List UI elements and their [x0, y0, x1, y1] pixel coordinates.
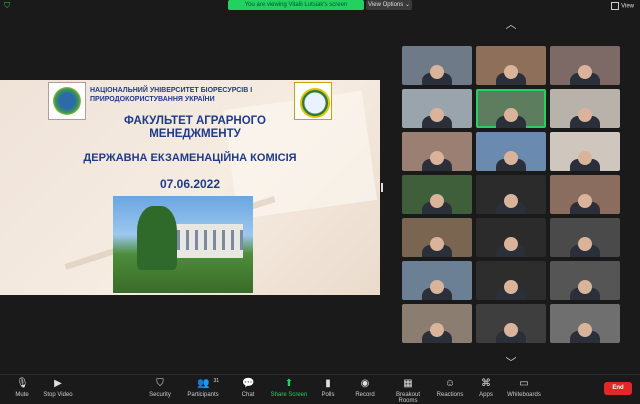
spiral-decoration [250, 220, 313, 290]
participant-tile[interactable] [476, 261, 546, 300]
video-camera-icon: ▶ [54, 378, 62, 389]
record-icon: ◉ [360, 378, 370, 389]
gallery-down-chevron-icon[interactable]: ﹀ [504, 358, 518, 369]
participant-face [504, 322, 518, 337]
reactions-icon: ☺ [444, 378, 456, 389]
participant-face [430, 193, 444, 208]
participant-tile[interactable] [550, 261, 620, 300]
stop-video-button[interactable]: ▶ Stop Video [36, 378, 80, 398]
participant-face [504, 236, 518, 251]
polls-icon: ▮ [325, 378, 331, 389]
apps-icon: ⌘ [481, 378, 491, 389]
exam-date: 07.06.2022 [159, 177, 221, 191]
participant-tile[interactable] [550, 175, 620, 214]
participant-face [578, 193, 592, 208]
participant-tile[interactable] [402, 46, 472, 85]
chat-label: Chat [241, 392, 255, 398]
share-screen-icon: ⬆ [284, 378, 294, 389]
participant-face [504, 279, 518, 294]
participants-icon: 👥 [197, 378, 210, 389]
apps-label: Apps [479, 392, 493, 398]
participant-tile[interactable] [550, 304, 620, 343]
faculty-logo [294, 82, 332, 120]
participant-face [430, 279, 444, 294]
end-meeting-button[interactable]: End [604, 382, 632, 395]
whiteboards-label: Whiteboards [507, 392, 541, 398]
campus-photo [113, 196, 253, 293]
chat-button[interactable]: 💬 Chat [226, 378, 270, 398]
participant-face [504, 193, 518, 208]
gallery-up-chevron-icon[interactable]: ︿ [504, 20, 518, 31]
globe-emblem-icon [300, 88, 330, 118]
participant-gallery [402, 46, 622, 343]
record-label: Record [355, 392, 375, 398]
participant-face [578, 279, 592, 294]
participant-face [430, 236, 444, 251]
encryption-shield-icon[interactable]: ⛉ [4, 2, 12, 10]
participant-tile[interactable] [402, 218, 472, 257]
faculty-name: ФАКУЛЬТЕТ АГРАРНОГО МЕНЕДЖМЕНТУ [124, 115, 266, 140]
participants-count: 31 [213, 378, 219, 384]
view-button[interactable]: View [611, 2, 634, 10]
participant-face [504, 107, 518, 122]
participant-tile[interactable] [402, 261, 472, 300]
participant-face [578, 236, 592, 251]
participant-tile[interactable] [402, 304, 472, 343]
breakout-rooms-icon: ▦ [403, 378, 413, 389]
participant-tile[interactable] [550, 46, 620, 85]
participants-label: Participants [187, 392, 219, 398]
share-screen-button[interactable]: ⬆ Share Screen [267, 378, 311, 398]
participant-tile[interactable] [402, 175, 472, 214]
meeting-toolbar: 🎙 Mute ▶ Stop Video ⛉ Security 👥 31 Participa… [0, 374, 640, 404]
stop-video-label: Stop Video [43, 392, 73, 398]
chat-icon: 💬 [242, 378, 255, 389]
university-name: НАЦІОНАЛЬНИЙ УНІВЕРСИТЕТ БІОРЕСУРСІВ І П… [90, 87, 253, 103]
top-bar: ⛉ You are viewing Vitalii Lutsiak's scre… [0, 0, 640, 12]
participant-tile[interactable] [476, 304, 546, 343]
view-options-button[interactable]: View Options ⌄ [366, 0, 412, 10]
whiteboard-icon: ▭ [519, 378, 529, 389]
participant-tile[interactable] [476, 132, 546, 171]
participant-face [430, 107, 444, 122]
participant-tile[interactable] [550, 218, 620, 257]
breakout-rooms-label: Breakout Rooms [395, 392, 420, 404]
participants-button[interactable]: 👥 31 Participants [181, 378, 225, 398]
mute-label: Mute [15, 392, 29, 398]
participant-face [578, 150, 592, 165]
university-logo [48, 82, 86, 120]
participant-face [430, 64, 444, 79]
participant-face [504, 64, 518, 79]
participant-face [578, 322, 592, 337]
security-button[interactable]: ⛉ Security [138, 378, 182, 398]
security-label: Security [149, 392, 171, 398]
participant-face [578, 107, 592, 122]
participant-tile[interactable] [550, 89, 620, 128]
grid-view-icon [611, 2, 620, 10]
breakout-rooms-button[interactable]: ▦ Breakout Rooms [386, 378, 430, 404]
university-emblem-icon [53, 87, 81, 115]
participant-face [578, 64, 592, 79]
participant-tile[interactable] [550, 132, 620, 171]
polls-label: Polls [321, 392, 335, 398]
participant-tile[interactable] [476, 89, 546, 128]
commission-title: ДЕРЖАВНА ЕКЗАМЕНАЦІЙНА КОМІСІЯ [83, 152, 297, 164]
participant-tile[interactable] [476, 46, 546, 85]
microphone-icon: 🎙 [16, 378, 29, 389]
participant-face [430, 150, 444, 165]
view-label: View [621, 3, 634, 10]
reactions-label: Reactions [436, 392, 464, 398]
viewing-banner: You are viewing Vitalii Lutsiak's screen [228, 0, 364, 10]
record-button[interactable]: ◉ Record [343, 378, 387, 398]
tree [137, 206, 177, 270]
participant-face [504, 150, 518, 165]
whiteboards-button[interactable]: ▭ Whiteboards [502, 378, 546, 398]
share-screen-label: Share Screen [270, 392, 308, 398]
participant-tile[interactable] [476, 218, 546, 257]
shield-icon: ⛉ [156, 378, 164, 389]
splitter-handle[interactable] [381, 183, 383, 192]
participant-face [430, 322, 444, 337]
participant-tile[interactable] [402, 89, 472, 128]
participant-tile[interactable] [402, 132, 472, 171]
participant-tile[interactable] [476, 175, 546, 214]
